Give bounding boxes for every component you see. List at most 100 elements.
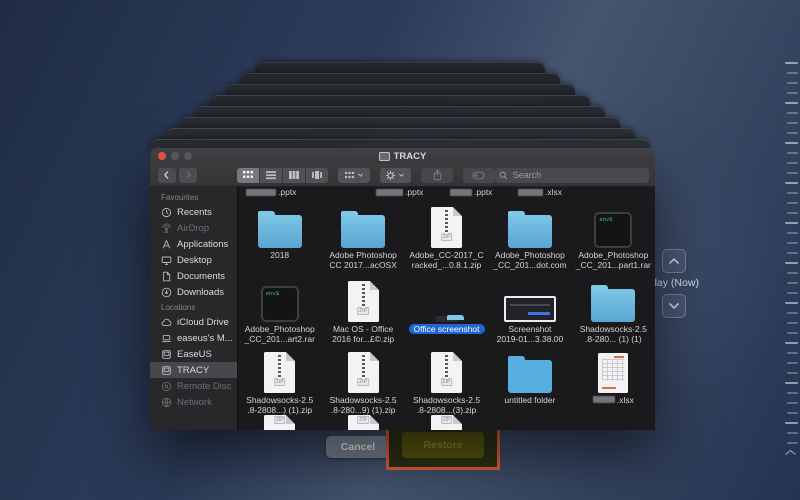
zoom-button[interactable] bbox=[184, 152, 192, 160]
icon-view-button[interactable] bbox=[237, 168, 259, 183]
timeline-tick[interactable] bbox=[787, 232, 798, 234]
file-item[interactable]: Adobe_Photoshop_CC_201...dot.com bbox=[488, 199, 571, 273]
timeline-tick[interactable] bbox=[787, 112, 798, 114]
restore-button[interactable]: Restore bbox=[402, 432, 484, 458]
file-item[interactable] bbox=[488, 415, 571, 430]
timeline-tick[interactable] bbox=[787, 412, 798, 414]
action-menu-button[interactable] bbox=[380, 168, 412, 183]
timeline-tick[interactable] bbox=[787, 72, 798, 74]
file-item[interactable]: ZIPAdobe_CC-2017_Cracked_...0.8.1.zip bbox=[405, 199, 488, 273]
file-item[interactable]: Office screenshot bbox=[405, 273, 488, 349]
newer-snapshot-button[interactable] bbox=[662, 249, 686, 273]
coverflow-view-button[interactable] bbox=[306, 168, 328, 183]
timeline-tick[interactable] bbox=[787, 292, 798, 294]
older-snapshot-button[interactable] bbox=[662, 294, 686, 318]
file-item[interactable]: ZIPMac OS - Office2016 for...£©.zip bbox=[321, 273, 404, 349]
timeline-tick[interactable] bbox=[785, 142, 798, 144]
search-input[interactable] bbox=[511, 169, 645, 181]
timeline-tick[interactable] bbox=[787, 92, 798, 94]
sidebar-item-documents[interactable]: Documents bbox=[150, 268, 237, 284]
sidebar-section-title: Favourites bbox=[150, 190, 237, 204]
timeline-tick[interactable] bbox=[787, 242, 798, 244]
timeline-tick[interactable] bbox=[787, 252, 798, 254]
file-label-line: 2019-01...3.38.00 bbox=[497, 335, 564, 345]
file-item[interactable]: .xlsx bbox=[572, 349, 655, 415]
share-button[interactable] bbox=[421, 168, 453, 183]
cancel-button[interactable]: Cancel bbox=[326, 436, 390, 458]
list-view-button[interactable] bbox=[260, 168, 282, 183]
timeline-tick[interactable] bbox=[787, 192, 798, 194]
timeline-tick[interactable] bbox=[787, 122, 798, 124]
sidebar-item-remote-disc[interactable]: Remote Disc bbox=[150, 378, 237, 394]
timeline-tick[interactable] bbox=[785, 382, 798, 384]
file-item[interactable] bbox=[572, 415, 655, 430]
file-item[interactable]: ZIPShadowsocks-2.5.8-2808...(3).zip bbox=[405, 349, 488, 415]
sidebar-item-easeus[interactable]: EaseUS bbox=[150, 346, 237, 362]
timeline-tick[interactable] bbox=[787, 402, 798, 404]
timeline-tick[interactable] bbox=[787, 322, 798, 324]
timeline-tick[interactable] bbox=[787, 202, 798, 204]
timeline-tick[interactable] bbox=[785, 302, 798, 304]
timeline-tick[interactable] bbox=[787, 442, 798, 444]
timeline-tick[interactable] bbox=[787, 362, 798, 364]
sidebar-item-network[interactable]: Network bbox=[150, 394, 237, 410]
timeline-tick[interactable] bbox=[787, 282, 798, 284]
file-item[interactable]: ZIPShadowsocks-2.5.8-280...9) (1).zip bbox=[321, 349, 404, 415]
timeline-tick[interactable] bbox=[787, 312, 798, 314]
timeline-tick[interactable] bbox=[787, 332, 798, 334]
file-item[interactable]: Shadowsocks-2.5.8-280... (1) (1) bbox=[572, 273, 655, 349]
file-item[interactable]: ZIPShadowsocks-2.5.8-2808...) (1).zip bbox=[238, 349, 321, 415]
timeline-tick[interactable] bbox=[787, 152, 798, 154]
timeline-tick[interactable] bbox=[785, 62, 798, 64]
file-item[interactable]: ZIP bbox=[405, 415, 488, 430]
timeline-tick[interactable] bbox=[785, 182, 798, 184]
timeline-tick[interactable] bbox=[787, 172, 798, 174]
sidebar-item-easeus-s-m[interactable]: easeus's M... bbox=[150, 330, 237, 346]
timeline-tick[interactable] bbox=[787, 392, 798, 394]
file-item[interactable]: ZIP bbox=[238, 415, 321, 430]
timeline-tick[interactable] bbox=[787, 132, 798, 134]
file-item[interactable]: ZIP bbox=[321, 415, 404, 430]
timeline-tick[interactable] bbox=[787, 162, 798, 164]
group-button[interactable] bbox=[338, 168, 370, 183]
file-label-redacted[interactable]: .pptx bbox=[246, 187, 296, 197]
file-label-redacted[interactable]: .pptx bbox=[450, 187, 492, 197]
sidebar-item-recents[interactable]: Recents bbox=[150, 204, 237, 220]
file-item[interactable]: Adobe PhotoshopCC 2017...acOSX bbox=[321, 199, 404, 273]
timeline-tick[interactable] bbox=[787, 352, 798, 354]
timeline-tick[interactable] bbox=[785, 262, 798, 264]
sidebar-item-airdrop[interactable]: AirDrop bbox=[150, 220, 237, 236]
file-item[interactable]: env$Adobe_Photoshop_CC_201...part1.rar bbox=[572, 199, 655, 273]
sidebar-item-applications[interactable]: Applications bbox=[150, 236, 237, 252]
timeline-tick[interactable] bbox=[787, 82, 798, 84]
tags-button[interactable] bbox=[463, 168, 495, 183]
desktop-icon bbox=[161, 255, 172, 266]
timeline-tick[interactable] bbox=[785, 342, 798, 344]
sidebar-item-downloads[interactable]: Downloads bbox=[150, 284, 237, 300]
file-item[interactable]: 2018 bbox=[238, 199, 321, 273]
sidebar-item-icloud-drive[interactable]: iCloud Drive bbox=[150, 314, 237, 330]
file-label-redacted[interactable]: .pptx bbox=[376, 187, 423, 197]
timeline-tick[interactable] bbox=[787, 432, 798, 434]
window-title: TRACY bbox=[150, 151, 655, 162]
sidebar-item-desktop[interactable]: Desktop bbox=[150, 252, 237, 268]
file-item[interactable]: untitled folder bbox=[488, 349, 571, 415]
minimize-button[interactable] bbox=[171, 152, 179, 160]
file-item[interactable]: Screenshot2019-01...3.38.00 bbox=[488, 273, 571, 349]
timeline-tick[interactable] bbox=[785, 422, 798, 424]
file-label-redacted[interactable]: .xlsx bbox=[518, 187, 562, 197]
sidebar-item-label: Recents bbox=[177, 207, 212, 218]
search-field[interactable] bbox=[495, 168, 649, 183]
sidebar-item-tracy[interactable]: TRACY bbox=[150, 362, 237, 378]
forward-button[interactable] bbox=[179, 168, 197, 183]
timeline-tick[interactable] bbox=[787, 212, 798, 214]
timeline-tick[interactable] bbox=[787, 272, 798, 274]
file-item[interactable]: env$Adobe_Photoshop_CC_201...art2.rar bbox=[238, 273, 321, 349]
column-view-button[interactable] bbox=[283, 168, 305, 183]
back-button[interactable] bbox=[158, 168, 176, 183]
timeline-tick[interactable] bbox=[787, 372, 798, 374]
timeline-tick[interactable] bbox=[785, 222, 798, 224]
timeline-tick[interactable] bbox=[785, 102, 798, 104]
timeline-chevron-icon bbox=[784, 449, 797, 456]
close-button[interactable] bbox=[158, 152, 166, 160]
